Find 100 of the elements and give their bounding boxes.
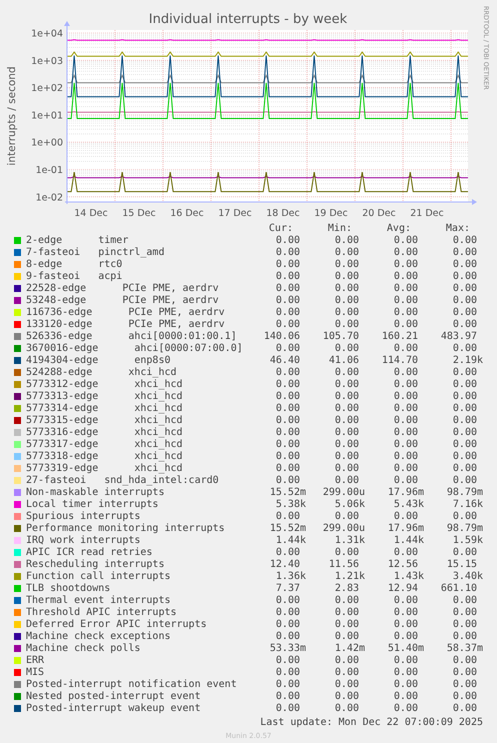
legend-value: 1.31k: [334, 535, 365, 547]
legend-value: 53.33m: [270, 643, 306, 655]
legend-value: 1.42m: [334, 643, 365, 655]
legend-value: 0.00: [452, 283, 478, 295]
series-name: Nested posted-interrupt event: [26, 691, 201, 703]
series-name: 9-fasteoi acpi: [26, 271, 122, 283]
y-axis-label: interrupts / second: [6, 66, 18, 166]
legend-value: 0.00: [334, 619, 360, 631]
series-name: Function call interrupts: [26, 571, 170, 583]
x-tick-label: 18 Dec: [266, 208, 300, 219]
legend-value: 0.00: [334, 391, 360, 403]
legend-value: 0.00: [394, 295, 419, 307]
legend-value: 0.00: [334, 403, 360, 415]
legend-value: 0.00: [276, 619, 301, 631]
legend-value: 3.40k: [452, 571, 483, 583]
legend-value: 0.00: [334, 547, 360, 559]
legend-value: 0.00: [452, 451, 478, 463]
legend-value: 0.00: [276, 547, 301, 559]
series-name: Machine check exceptions: [26, 631, 170, 643]
legend-value: 5.43k: [394, 499, 424, 511]
legend-value: 0.00: [394, 283, 419, 295]
legend-value: 2.83: [334, 583, 360, 595]
legend-value: 0.00: [452, 703, 478, 715]
chart-title: Individual interrupts - by week: [148, 12, 348, 27]
legend-value: 12.40: [270, 559, 301, 571]
legend-value: 1.44k: [276, 535, 306, 547]
legend-value: 0.00: [276, 391, 301, 403]
series-name: 133120-edge PCIe PME, aerdrv: [26, 319, 225, 331]
legend-value: 0.00: [452, 619, 478, 631]
legend-value: 114.70: [382, 355, 419, 367]
legend-value: 0.00: [334, 271, 360, 283]
series-name: Thermal event interrupts: [26, 595, 170, 607]
legend-value: 12.94: [388, 583, 419, 595]
legend-value: 0.00: [394, 271, 419, 283]
legend-value: 0.00: [452, 415, 478, 427]
legend-value: 0.00: [276, 271, 301, 283]
legend-value: 0.00: [452, 427, 478, 439]
legend-value: 0.00: [334, 367, 360, 379]
column-header: Min:: [328, 223, 353, 235]
legend-value: 0.00: [394, 511, 419, 523]
series-name: 5773312-edge xhci_hcd: [26, 379, 183, 391]
series-name: 5773318-edge xhci_hcd: [26, 451, 183, 463]
legend-value: 0.00: [276, 691, 301, 703]
legend-value: 0.00: [276, 403, 301, 415]
legend-value: 0.00: [394, 343, 419, 355]
legend-value: 0.00: [452, 607, 478, 619]
legend-value: 0.00: [394, 391, 419, 403]
legend-value: 0.00: [334, 259, 360, 271]
legend-value: 0.00: [394, 607, 419, 619]
legend-value: 0.00: [394, 415, 419, 427]
x-tick-label: 15 Dec: [122, 208, 156, 219]
series-name: 22528-edge PCIe PME, aerdrv: [26, 283, 219, 295]
legend-value: 98.79m: [446, 523, 483, 535]
legend-value: 0.00: [394, 247, 419, 259]
legend-value: 0.00: [394, 379, 419, 391]
y-tick-label: 1e-02: [36, 192, 63, 204]
legend-value: 0.00: [452, 631, 478, 643]
legend-value: 0.00: [334, 511, 360, 523]
column-header: Cur:: [268, 223, 294, 235]
legend-value: 0.00: [334, 475, 360, 487]
legend-value: 1.21k: [334, 571, 365, 583]
legend-value: 2.19k: [452, 355, 483, 367]
legend-value: 0.00: [276, 475, 301, 487]
legend-value: 0.00: [276, 307, 301, 319]
legend-value: 1.36k: [276, 571, 306, 583]
legend-value: 0.00: [452, 295, 478, 307]
legend-value: 0.00: [452, 691, 478, 703]
legend-value: 0.00: [334, 235, 360, 247]
series-name: 27-fasteoi snd_hda_intel:card0: [26, 475, 219, 487]
series-name: Rescheduling interrupts: [26, 559, 164, 571]
legend-value: 0.00: [276, 595, 301, 607]
series-name: Posted-interrupt notification event: [26, 679, 237, 691]
legend-value: 0.00: [276, 259, 301, 271]
series-name: 3670016-edge ahci[0000:07:00.0]: [26, 343, 243, 355]
series-name: Deferred Error APIC interrupts: [26, 619, 207, 631]
legend-value: 0.00: [452, 235, 478, 247]
legend-value: 0.00: [334, 427, 360, 439]
legend-value: 0.00: [452, 679, 478, 691]
x-tick-label: 16 Dec: [170, 208, 204, 219]
series-name: ERR: [26, 655, 44, 667]
legend-value: 0.00: [276, 607, 301, 619]
legend-value: 0.00: [334, 631, 360, 643]
series-name: Local timer interrupts: [26, 499, 158, 511]
column-header: Avg:: [386, 223, 412, 235]
legend-value: 0.00: [452, 403, 478, 415]
legend-value: 0.00: [276, 703, 301, 715]
series-name: 7-fasteoi pinctrl_amd: [26, 247, 164, 259]
legend-value: 0.00: [394, 463, 419, 475]
legend-value: 5.06k: [334, 499, 365, 511]
legend-value: 0.00: [394, 259, 419, 271]
legend-value: 0.00: [394, 427, 419, 439]
y-tick-label: 1e+00: [31, 138, 63, 149]
legend-value: 0.00: [334, 295, 360, 307]
series-name: 524288-edge xhci_hcd: [26, 367, 177, 379]
legend-value: 140.06: [264, 331, 301, 343]
legend-value: 0.00: [276, 247, 301, 259]
series-name: 53248-edge PCIe PME, aerdrv: [26, 295, 219, 307]
legend-value: 0.00: [334, 667, 360, 679]
legend-value: 105.70: [322, 331, 360, 343]
x-tick-label: 20 Dec: [362, 208, 396, 219]
